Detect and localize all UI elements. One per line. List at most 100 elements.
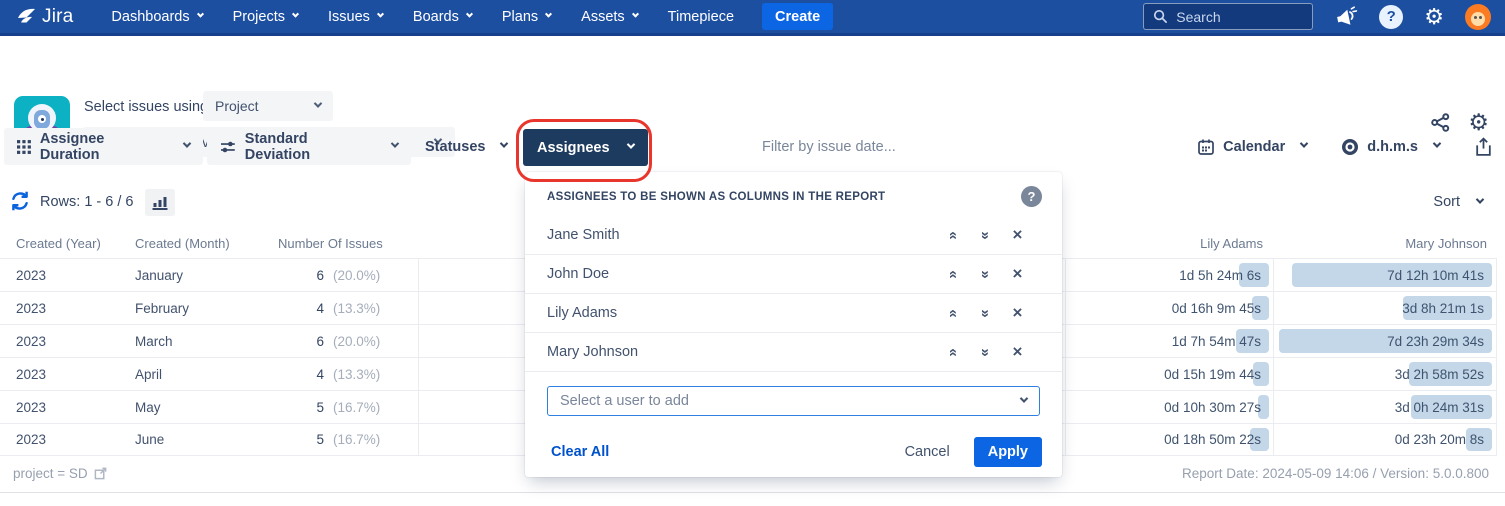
issue-count: 5 [278,432,324,447]
settings-gear-icon[interactable]: ⚙ [1424,6,1444,28]
sort-dropdown[interactable]: Sort [1433,194,1483,210]
toolbar-right: Calendar d.h.m.s [1197,128,1493,165]
jql-query-link[interactable]: project = SD [13,466,107,481]
menu-item-issues[interactable]: Issues [328,9,383,25]
issue-percent: (13.3%) [333,367,380,382]
issue-count: 6 [278,334,324,349]
duration-value: 0d 15h 19m 44s [1164,367,1269,382]
clear-all-link[interactable]: Clear All [551,444,609,460]
refresh-icon[interactable] [9,190,31,212]
duration-value: 3d 2h 58m 52s [1395,367,1492,382]
duration-value: 3d 8h 21m 1s [1402,301,1492,316]
remove-icon[interactable]: × [1009,303,1026,323]
search-icon [1153,9,1168,24]
metric-label: Standard Deviation [245,131,375,163]
move-up-icon[interactable]: « [945,344,962,361]
export-icon[interactable] [1474,137,1493,157]
menu-item-plans[interactable]: Plans [502,9,551,25]
record-icon [1341,138,1359,156]
time-unit-button[interactable]: d.h.m.s [1341,138,1440,156]
chart-view-button[interactable] [145,189,175,216]
chevron-down-icon [292,10,299,17]
search-input[interactable]: Search [1143,3,1313,30]
move-down-icon[interactable]: » [977,305,994,322]
cell-lily-adams-duration: 0d 10h 30m 27s [1065,391,1273,423]
assignees-dialog: ASSIGNEES TO BE SHOWN AS COLUMNS IN THE … [525,172,1062,477]
duration-value: 1d 7h 54m 47s [1172,334,1269,349]
user-avatar[interactable] [1465,4,1491,30]
report-toolbar: Assignee Duration Standard Deviation Sta… [0,126,1505,168]
menu-item-timepiece[interactable]: Timepiece [668,9,734,25]
logo-text: Jira [42,6,73,28]
calendar-button[interactable]: Calendar [1197,138,1307,156]
duration-value: 1d 5h 24m 6s [1179,268,1269,283]
cell-created-year: 2023 [0,424,119,455]
assignees-button[interactable]: Assignees [523,129,648,166]
issue-source-dropdown[interactable]: Project [203,91,333,121]
cell-created-year: 2023 [0,391,119,423]
announcement-icon[interactable] [1334,6,1358,28]
chevron-down-icon [545,10,552,17]
nav-left: Jira Dashboards Projects Issues Boards Plans… [0,3,833,30]
move-up-icon[interactable]: « [945,305,962,322]
metric-button[interactable]: Standard Deviation [207,128,411,165]
cell-number-of-issues: 6 (20.0%) [262,325,418,357]
remove-icon[interactable]: × [1009,342,1026,362]
move-down-icon[interactable]: » [977,344,994,361]
filter-placeholder: Filter by issue date... [762,139,896,155]
column-header-mary-johnson[interactable]: Mary Johnson [1273,236,1497,251]
help-icon[interactable]: ? [1379,5,1403,29]
column-header-lily-adams[interactable]: Lily Adams [1065,236,1273,251]
apply-button[interactable]: Apply [974,437,1042,467]
statuses-button[interactable]: Statuses [425,128,507,165]
jira-logo[interactable]: Jira [14,5,73,29]
move-down-icon[interactable]: » [977,227,994,244]
cell-mary-johnson-duration: 3d 2h 58m 52s [1273,358,1497,390]
chevron-down-icon [197,10,204,17]
column-header-number-of-issues[interactable]: Number Of Issues [262,236,418,251]
nav-right: Search ? ⚙ [1143,3,1505,30]
cell-created-month: January [119,259,262,291]
assignee-row-mary-johnson: Mary Johnson«»× [525,333,1062,372]
cell-created-month: March [119,325,262,357]
create-button[interactable]: Create [762,3,833,30]
issue-percent: (20.0%) [333,268,380,283]
column-header-created-month[interactable]: Created (Month) [119,236,262,251]
bar-chart-icon [152,195,168,210]
grid-icon [17,140,31,154]
main-menu: Dashboards Projects Issues Boards Plans Asset… [111,9,734,25]
issue-percent: (20.0%) [333,334,380,349]
cell-number-of-issues: 6(20.0%) [262,259,418,291]
duration-value: 0d 23h 20m 8s [1395,432,1492,447]
remove-icon[interactable]: × [1009,225,1026,245]
duration-value: 0d 16h 9m 45s [1172,301,1269,316]
chevron-down-icon [1300,139,1308,147]
cell-created-year: 2023 [0,259,119,291]
assignee-name: John Doe [547,266,930,282]
remove-icon[interactable]: × [1009,264,1026,284]
view-type-button[interactable]: Assignee Duration [4,128,203,165]
dialog-help-icon[interactable]: ? [1021,186,1042,207]
column-header-created-year[interactable]: Created (Year) [0,236,119,251]
report-version-info: Report Date: 2024-05-09 14:06 / Version:… [1182,466,1489,481]
menu-item-assets[interactable]: Assets [581,9,638,25]
issue-date-filter-input[interactable]: Filter by issue date... [762,128,896,165]
footer-divider [0,492,1505,493]
menu-item-dashboards[interactable]: Dashboards [111,9,202,25]
duration-value: 0d 10h 30m 27s [1164,400,1269,415]
menu-item-projects[interactable]: Projects [233,9,298,25]
chevron-down-icon [626,140,634,148]
move-down-icon[interactable]: » [977,266,994,283]
cell-mary-johnson-duration: 0d 23h 20m 8s [1273,424,1497,455]
cell-created-month: February [119,292,262,324]
cell-lily-adams-duration: 0d 15h 19m 44s [1065,358,1273,390]
cell-lily-adams-duration: 1d 5h 24m 6s [1065,259,1273,291]
add-user-select[interactable]: Select a user to add [547,386,1040,416]
cell-mary-johnson-duration: 7d 23h 29m 34s [1273,325,1497,357]
move-up-icon[interactable]: « [945,227,962,244]
cell-created-month: June [119,424,262,455]
menu-item-boards[interactable]: Boards [413,9,472,25]
chevron-down-icon [632,10,639,17]
cancel-button[interactable]: Cancel [905,444,950,460]
move-up-icon[interactable]: « [945,266,962,283]
